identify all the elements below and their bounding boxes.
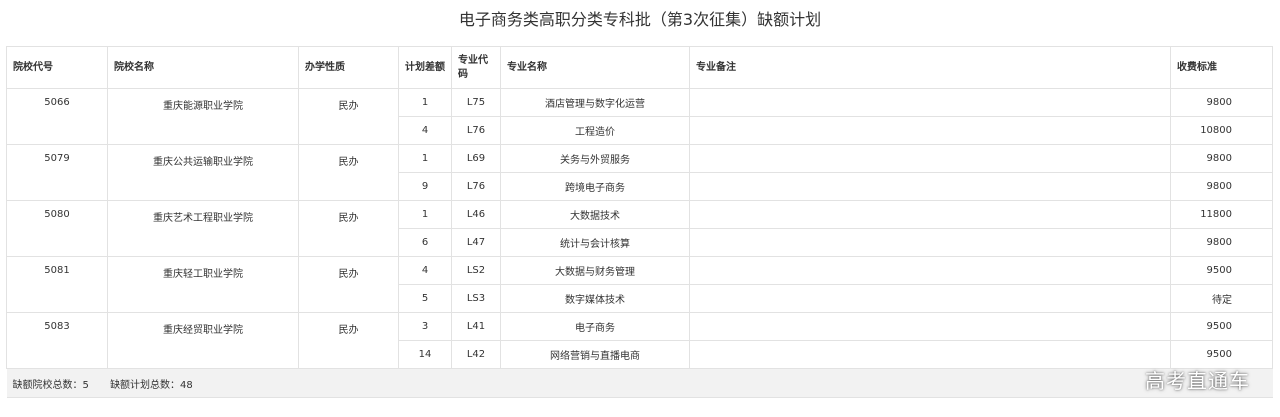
major-name-cell: 大数据与财务管理 <box>500 256 690 285</box>
major-note-cell <box>689 340 1171 369</box>
major-code-cell: L75 <box>451 88 501 117</box>
table-row: 5080 重庆艺术工程职业学院 民办 1 L46 大数据技术 11800 <box>6 200 1273 257</box>
fee-cell: 9800 <box>1170 144 1273 173</box>
fee-cell: 9800 <box>1170 88 1273 117</box>
fee-cell: 9800 <box>1170 228 1273 257</box>
table-row: 5083 重庆经贸职业学院 民办 3 L41 电子商务 9500 <box>6 312 1273 369</box>
major-code-cell: L47 <box>451 228 501 257</box>
major-note-cell <box>689 256 1171 285</box>
school-code-cell: 5083 <box>6 312 108 369</box>
major-name-cell: 电子商务 <box>500 312 690 341</box>
major-note-cell <box>689 228 1171 257</box>
summary-cell: 缺额院校总数：5 缺额计划总数：48 <box>6 368 1273 398</box>
major-note-cell <box>689 200 1171 229</box>
plan-gap-cell: 5 <box>398 284 452 313</box>
header-major-code: 专业代码 <box>451 46 501 89</box>
table-header-row: 院校代号 院校名称 办学性质 计划差额 专业代码 专业名称 专业备注 收费标准 <box>6 46 1273 89</box>
plan-gap-cell: 4 <box>398 116 452 145</box>
major-name-cell: 关务与外贸服务 <box>500 144 690 173</box>
ownership-cell: 民办 <box>298 312 399 369</box>
school-name-cell: 重庆能源职业学院 <box>107 88 299 145</box>
fee-cell: 10800 <box>1170 116 1273 145</box>
plan-gap-cell: 4 <box>398 256 452 285</box>
major-code-cell: L76 <box>451 172 501 201</box>
plan-gap-cell: 3 <box>398 312 452 341</box>
major-note-cell <box>689 116 1171 145</box>
major-code-cell: L46 <box>451 200 501 229</box>
vacancy-table-container: 院校代号 院校名称 办学性质 计划差额 专业代码 专业名称 专业备注 收费标准 … <box>6 46 1273 398</box>
plan-gap-cell: 1 <box>398 200 452 229</box>
table-footer-row: 缺额院校总数：5 缺额计划总数：48 <box>6 368 1273 398</box>
major-code-cell: L42 <box>451 340 501 369</box>
major-name-cell: 工程造价 <box>500 116 690 145</box>
fee-cell: 9800 <box>1170 172 1273 201</box>
fee-cell: 9500 <box>1170 312 1273 341</box>
table-row: 5066 重庆能源职业学院 民办 1 L75 酒店管理与数字化运营 9800 <box>6 88 1273 145</box>
major-code-cell: L76 <box>451 116 501 145</box>
fee-cell: 9500 <box>1170 256 1273 285</box>
plan-gap-cell: 14 <box>398 340 452 369</box>
header-major-note: 专业备注 <box>689 46 1171 89</box>
school-code-cell: 5081 <box>6 256 108 313</box>
ownership-cell: 民办 <box>298 144 399 201</box>
major-code-cell: LS2 <box>451 256 501 285</box>
major-note-cell <box>689 312 1171 341</box>
major-note-cell <box>689 144 1171 173</box>
school-code-cell: 5079 <box>6 144 108 201</box>
major-name-cell: 统计与会计核算 <box>500 228 690 257</box>
major-name-cell: 大数据技术 <box>500 200 690 229</box>
school-code-cell: 5066 <box>6 88 108 145</box>
major-code-cell: L41 <box>451 312 501 341</box>
major-name-cell: 数字媒体技术 <box>500 284 690 313</box>
header-school-code: 院校代号 <box>6 46 108 89</box>
school-name-cell: 重庆艺术工程职业学院 <box>107 200 299 257</box>
plan-gap-cell: 1 <box>398 144 452 173</box>
fee-cell: 11800 <box>1170 200 1273 229</box>
header-plan-gap: 计划差额 <box>398 46 452 89</box>
major-name-cell: 酒店管理与数字化运营 <box>500 88 690 117</box>
major-name-cell: 网络营销与直播电商 <box>500 340 690 369</box>
ownership-cell: 民办 <box>298 200 399 257</box>
watermark-text: 高考直通车 <box>1145 369 1250 393</box>
major-code-cell: L69 <box>451 144 501 173</box>
plan-total-label: 缺额计划总数：48 <box>110 379 193 391</box>
major-note-cell <box>689 284 1171 313</box>
header-fee: 收费标准 <box>1170 46 1273 89</box>
school-name-cell: 重庆轻工职业学院 <box>107 256 299 313</box>
header-major-name: 专业名称 <box>500 46 690 89</box>
school-total-label: 缺额院校总数：5 <box>12 379 89 391</box>
header-school-name: 院校名称 <box>107 46 299 89</box>
major-note-cell <box>689 172 1171 201</box>
page-title: 电子商务类高职分类专科批（第3次征集）缺额计划 <box>458 10 822 29</box>
fee-cell: 待定 <box>1170 284 1273 313</box>
plan-gap-cell: 1 <box>398 88 452 117</box>
vacancy-table: 院校代号 院校名称 办学性质 计划差额 专业代码 专业名称 专业备注 收费标准 … <box>6 46 1273 398</box>
major-note-cell <box>689 88 1171 117</box>
plan-gap-cell: 6 <box>398 228 452 257</box>
school-name-cell: 重庆经贸职业学院 <box>107 312 299 369</box>
major-name-cell: 跨境电子商务 <box>500 172 690 201</box>
school-name-cell: 重庆公共运输职业学院 <box>107 144 299 201</box>
table-row: 5081 重庆轻工职业学院 民办 4 LS2 大数据与财务管理 9500 <box>6 256 1273 313</box>
ownership-cell: 民办 <box>298 88 399 145</box>
header-ownership: 办学性质 <box>298 46 399 89</box>
major-code-cell: LS3 <box>451 284 501 313</box>
plan-gap-cell: 9 <box>398 172 452 201</box>
school-code-cell: 5080 <box>6 200 108 257</box>
ownership-cell: 民办 <box>298 256 399 313</box>
table-row: 5079 重庆公共运输职业学院 民办 1 L69 关务与外贸服务 9800 <box>6 144 1273 201</box>
